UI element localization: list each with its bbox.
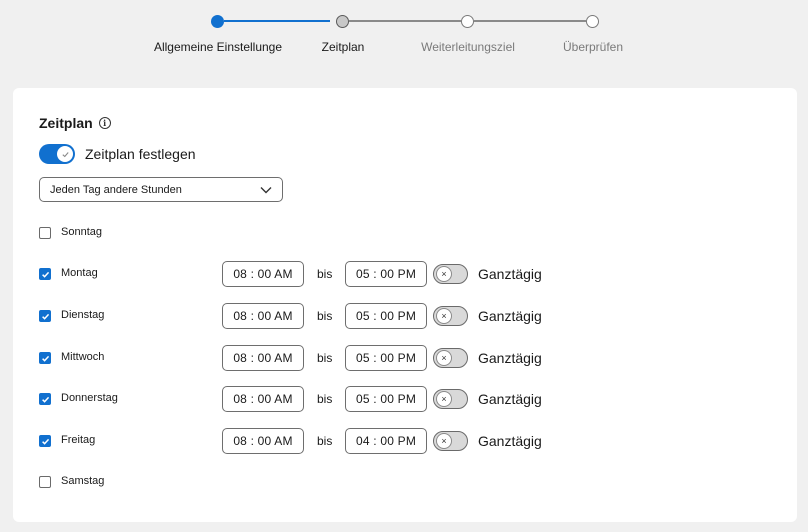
- schedule-toggle-row: Zeitplan festlegen: [39, 144, 196, 164]
- step-connector-1: [224, 20, 330, 22]
- step-label-forwarding[interactable]: Weiterleitungsziel: [421, 40, 515, 54]
- start-time-friday[interactable]: 08 : 00 AM: [222, 428, 304, 454]
- toggle-knob-check-icon: [57, 146, 73, 162]
- day-label-sunday: Sonntag: [61, 226, 102, 238]
- allday-toggle-monday[interactable]: ×: [433, 264, 468, 284]
- day-label-friday: Freitag: [61, 434, 96, 446]
- start-time-tuesday[interactable]: 08 : 00 AM: [222, 303, 304, 329]
- checkbox-monday[interactable]: [39, 268, 51, 280]
- checkbox-tuesday[interactable]: [39, 310, 51, 322]
- step-label-schedule[interactable]: Zeitplan: [322, 40, 365, 54]
- wizard-stepper: Allgemeine Einstellunge Zeitplan Weiterl…: [0, 0, 808, 80]
- step-dot-forwarding[interactable]: [461, 15, 474, 28]
- allday-label-friday: Ganztägig: [478, 433, 542, 449]
- day-label-tuesday: Dienstag: [61, 309, 105, 321]
- separator-thursday: bis: [317, 392, 333, 406]
- schedule-toggle-label: Zeitplan festlegen: [85, 146, 196, 162]
- day-label-monday: Montag: [61, 267, 98, 279]
- end-time-monday[interactable]: 05 : 00 PM: [345, 261, 427, 287]
- separator-wednesday: bis: [317, 351, 333, 365]
- start-time-monday[interactable]: 08 : 00 AM: [222, 261, 304, 287]
- schedule-mode-value: Jeden Tag andere Stunden: [50, 183, 182, 196]
- day-row-tuesday: Dienstag 08 : 00 AM bis 05 : 00 PM × Gan…: [39, 303, 779, 329]
- check-icon: [41, 438, 49, 445]
- day-row-saturday: Samstag: [39, 469, 779, 495]
- allday-label-monday: Ganztägig: [478, 266, 542, 282]
- separator-friday: bis: [317, 434, 333, 448]
- close-icon: ×: [436, 308, 452, 324]
- section-title: Zeitplan i: [39, 115, 111, 131]
- day-row-wednesday: Mittwoch 08 : 00 AM bis 05 : 00 PM × Gan…: [39, 345, 779, 371]
- checkbox-saturday[interactable]: [39, 476, 51, 488]
- allday-label-wednesday: Ganztägig: [478, 350, 542, 366]
- step-label-review[interactable]: Überprüfen: [563, 40, 623, 54]
- end-time-wednesday[interactable]: 05 : 00 PM: [345, 345, 427, 371]
- check-icon: [41, 313, 49, 320]
- allday-label-thursday: Ganztägig: [478, 391, 542, 407]
- allday-toggle-friday[interactable]: ×: [433, 431, 468, 451]
- day-label-saturday: Samstag: [61, 475, 105, 487]
- day-row-thursday: Donnerstag 08 : 00 AM bis 05 : 00 PM × G…: [39, 386, 779, 412]
- step-connector-2: [349, 20, 461, 22]
- section-title-text: Zeitplan: [39, 115, 93, 131]
- separator-monday: bis: [317, 267, 333, 281]
- step-label-general[interactable]: Allgemeine Einstellunge: [154, 40, 282, 54]
- check-icon: [41, 355, 49, 362]
- start-time-wednesday[interactable]: 08 : 00 AM: [222, 345, 304, 371]
- allday-toggle-tuesday[interactable]: ×: [433, 306, 468, 326]
- day-label-wednesday: Mittwoch: [61, 351, 105, 363]
- checkbox-thursday[interactable]: [39, 393, 51, 405]
- schedule-mode-select[interactable]: Jeden Tag andere Stunden: [39, 177, 283, 202]
- day-label-thursday: Donnerstag: [61, 392, 118, 404]
- checkbox-friday[interactable]: [39, 435, 51, 447]
- start-time-thursday[interactable]: 08 : 00 AM: [222, 386, 304, 412]
- chevron-down-icon: [260, 186, 272, 193]
- checkbox-sunday[interactable]: [39, 227, 51, 239]
- step-dot-review[interactable]: [586, 15, 599, 28]
- day-row-friday: Freitag 08 : 00 AM bis 04 : 00 PM × Ganz…: [39, 428, 779, 454]
- close-icon: ×: [436, 433, 452, 449]
- check-icon: [41, 396, 49, 403]
- info-icon[interactable]: i: [98, 117, 111, 129]
- end-time-tuesday[interactable]: 05 : 00 PM: [345, 303, 427, 329]
- allday-label-tuesday: Ganztägig: [478, 308, 542, 324]
- close-icon: ×: [436, 350, 452, 366]
- allday-toggle-thursday[interactable]: ×: [433, 389, 468, 409]
- separator-tuesday: bis: [317, 309, 333, 323]
- end-time-thursday[interactable]: 05 : 00 PM: [345, 386, 427, 412]
- step-connector-3: [474, 20, 586, 22]
- close-icon: ×: [436, 266, 452, 282]
- step-dot-schedule[interactable]: [336, 15, 349, 28]
- day-row-monday: Montag 08 : 00 AM bis 05 : 00 PM × Ganzt…: [39, 261, 779, 287]
- schedule-card: Zeitplan i Zeitplan festlegen Jeden Tag …: [13, 88, 797, 522]
- checkbox-wednesday[interactable]: [39, 352, 51, 364]
- allday-toggle-wednesday[interactable]: ×: [433, 348, 468, 368]
- close-icon: ×: [436, 391, 452, 407]
- end-time-friday[interactable]: 04 : 00 PM: [345, 428, 427, 454]
- schedule-toggle[interactable]: [39, 144, 75, 164]
- day-row-sunday: Sonntag: [39, 220, 779, 246]
- step-dot-general[interactable]: [211, 15, 224, 28]
- check-icon: [41, 271, 49, 278]
